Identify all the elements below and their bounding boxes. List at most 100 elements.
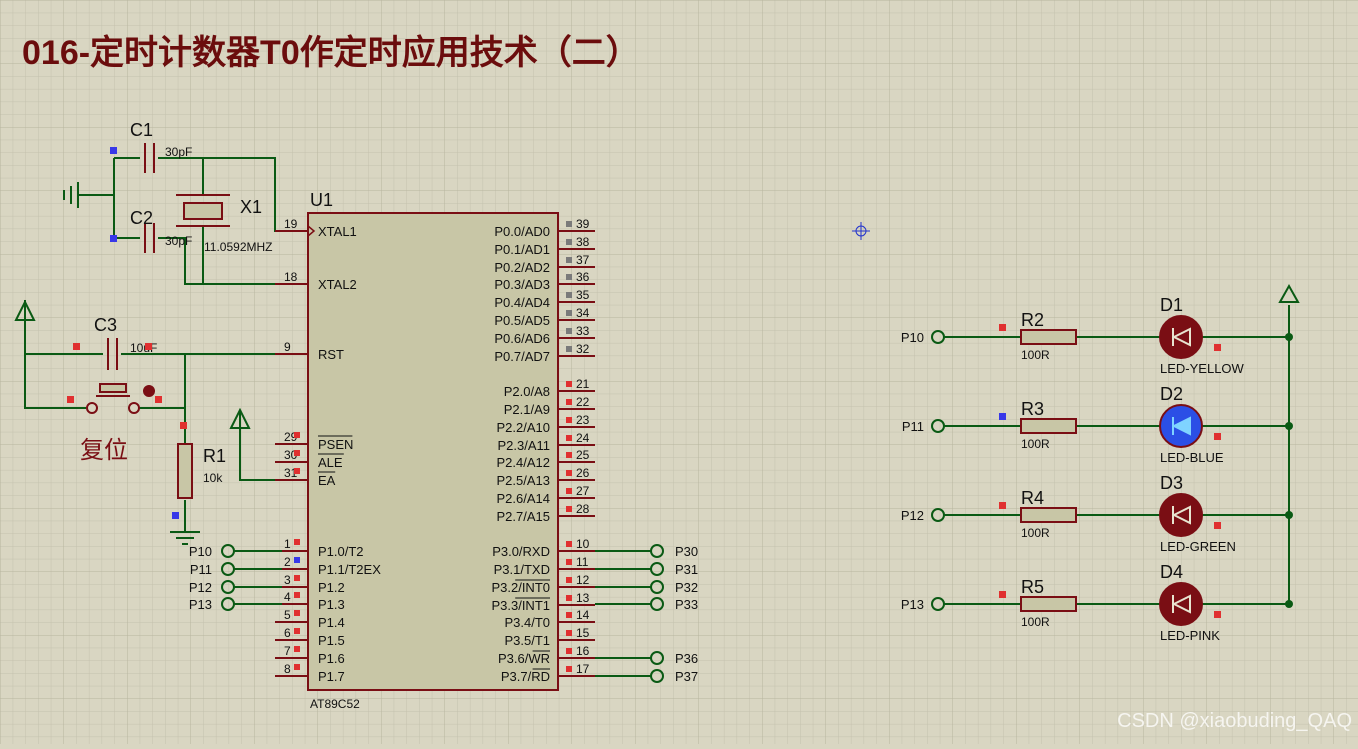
resistor-ref: R5 <box>1021 577 1044 597</box>
chip-pin-label-p0-6-ad6: P0.6/AD6 <box>494 331 550 346</box>
led-type: LED-YELLOW <box>1160 361 1245 376</box>
resistor-r1[interactable] <box>177 443 193 499</box>
led-ref: D3 <box>1160 473 1183 493</box>
resistor-ref: R3 <box>1021 399 1044 419</box>
chip-pin-label-p1-0-t2: P1.0/T2 <box>318 544 364 559</box>
c2-ref: C2 <box>130 208 153 228</box>
chip-pin-label-p2-6-a14: P2.6/A14 <box>497 491 551 506</box>
pin-state-6 <box>294 628 300 634</box>
chip-pin-label-p2-3-a11: P2.3/A11 <box>497 438 550 453</box>
chip-pin-num-37: 37 <box>576 253 590 267</box>
c1-value: 30pF <box>165 145 192 159</box>
terminal-label-p13: P13 <box>189 597 212 612</box>
resistor-value: 100R <box>1021 526 1050 540</box>
watermark: CSDN @xiaobuding_QAQ <box>1117 710 1352 732</box>
resistor-r2[interactable] <box>1020 329 1077 345</box>
terminal-label-p32: P32 <box>675 580 698 595</box>
chip-pin-num-28: 28 <box>576 502 590 516</box>
terminal-label-p37: P37 <box>675 669 698 684</box>
chip-pin-label-psen: PSEN <box>318 437 353 452</box>
pin-state-marker <box>1214 344 1221 351</box>
chip-pin-label-p0-7-ad7: P0.7/AD7 <box>494 349 550 364</box>
pin-state-38 <box>566 239 572 245</box>
chip-pin-num-23: 23 <box>576 413 590 427</box>
schematic-canvas[interactable]: 016-定时计数器T0作定时应用技术（二） C1 30pF C2 30pF X1… <box>0 0 1358 744</box>
chip-pin-num-5: 5 <box>284 608 291 622</box>
resistor-value: 100R <box>1021 615 1050 629</box>
led-terminal-label: P11 <box>902 419 924 434</box>
pin-state-16 <box>566 648 572 654</box>
chip-pin-num-1: 1 <box>284 537 291 551</box>
resistor-r5[interactable] <box>1020 596 1077 612</box>
resistor-ref: R4 <box>1021 488 1044 508</box>
led-ref: D2 <box>1160 384 1183 404</box>
pin-state-39 <box>566 221 572 227</box>
pin-state-23 <box>566 417 572 423</box>
pin-state-8 <box>294 664 300 670</box>
resistor-r3[interactable] <box>1020 418 1077 434</box>
led-d4[interactable] <box>1159 582 1203 626</box>
page-title: 016-定时计数器T0作定时应用技术（二） <box>22 33 640 72</box>
c2-value: 30pF <box>165 234 192 248</box>
chip-pin-num-22: 22 <box>576 395 590 409</box>
pin-state-14 <box>566 612 572 618</box>
chip-pin-label-p1-7: P1.7 <box>318 669 345 684</box>
pin-state-11 <box>566 559 572 565</box>
pin-state-27 <box>566 488 572 494</box>
pin-state-25 <box>566 452 572 458</box>
chip-pin-label-p2-1-a9: P2.1/A9 <box>504 402 550 417</box>
chip-pin-label-p3-2-int0: P3.2/INT0 <box>491 580 550 595</box>
chip-pin-num-24: 24 <box>576 431 590 445</box>
grid-background <box>0 0 1358 744</box>
pin-state-5 <box>294 610 300 616</box>
pin-state-4 <box>294 592 300 598</box>
chip-pin-num-7: 7 <box>284 644 291 658</box>
led-type: LED-PINK <box>1160 628 1220 643</box>
led-type: LED-GREEN <box>1160 539 1236 554</box>
pin-state-22 <box>566 399 572 405</box>
chip-pin-label-p0-1-ad1: P0.1/AD1 <box>494 242 550 257</box>
pin-state-17 <box>566 666 572 672</box>
pin-state-10 <box>566 541 572 547</box>
chip-pin-num-36: 36 <box>576 270 590 284</box>
chip-pin-num-35: 35 <box>576 288 590 302</box>
chip-pin-num-25: 25 <box>576 448 590 462</box>
chip-pin-num-4: 4 <box>284 590 291 604</box>
led-terminal-label: P10 <box>901 330 924 345</box>
led-ref: D1 <box>1160 295 1183 315</box>
terminal-label-p12: P12 <box>189 580 212 595</box>
chip-pin-label-xtal2: XTAL2 <box>318 277 357 292</box>
chip-pin-num-9: 9 <box>284 340 291 354</box>
pin-state-marker <box>1214 433 1221 440</box>
pin-state-24 <box>566 435 572 441</box>
resistor-r4[interactable] <box>1020 507 1077 523</box>
pin-state-28 <box>566 506 572 512</box>
led-type: LED-BLUE <box>1160 450 1224 465</box>
chip-pin-label-p3-1-txd: P3.1/TXD <box>494 562 550 577</box>
chip-pin-label-p3-4-t0: P3.4/T0 <box>504 615 550 630</box>
chip-pin-label-p1-4: P1.4 <box>318 615 345 630</box>
pin-state-marker <box>999 591 1006 598</box>
led-d1[interactable] <box>1159 315 1203 359</box>
pin-state-15 <box>566 630 572 636</box>
pin-state-marker <box>999 413 1006 420</box>
pin-state-30 <box>294 450 300 456</box>
chip-pin-label-p3-0-rxd: P3.0/RXD <box>492 544 550 559</box>
chip-pin-num-12: 12 <box>576 573 590 587</box>
chip-pin-num-34: 34 <box>576 306 590 320</box>
r1-ref: R1 <box>203 446 226 466</box>
chip-pin-num-17: 17 <box>576 662 590 676</box>
chip-pin-label-p2-4-a12: P2.4/A12 <box>497 455 551 470</box>
schematic-svg[interactable]: 016-定时计数器T0作定时应用技术（二） C1 30pF C2 30pF X1… <box>0 0 1358 744</box>
terminal-label-p33: P33 <box>675 597 698 612</box>
c3-ref: C3 <box>94 315 117 335</box>
chip-pin-num-11: 11 <box>576 555 589 569</box>
junction-dot <box>1285 511 1293 519</box>
chip-pin-label-ale: ALE <box>318 455 343 470</box>
led-d3[interactable] <box>1159 493 1203 537</box>
pin-state-marker <box>1214 611 1221 618</box>
terminal-label-p30: P30 <box>675 544 698 559</box>
chip-pin-label-p3-5-t1: P3.5/T1 <box>504 633 550 648</box>
chip-pin-num-38: 38 <box>576 235 590 249</box>
pin-state-marker <box>1214 522 1221 529</box>
